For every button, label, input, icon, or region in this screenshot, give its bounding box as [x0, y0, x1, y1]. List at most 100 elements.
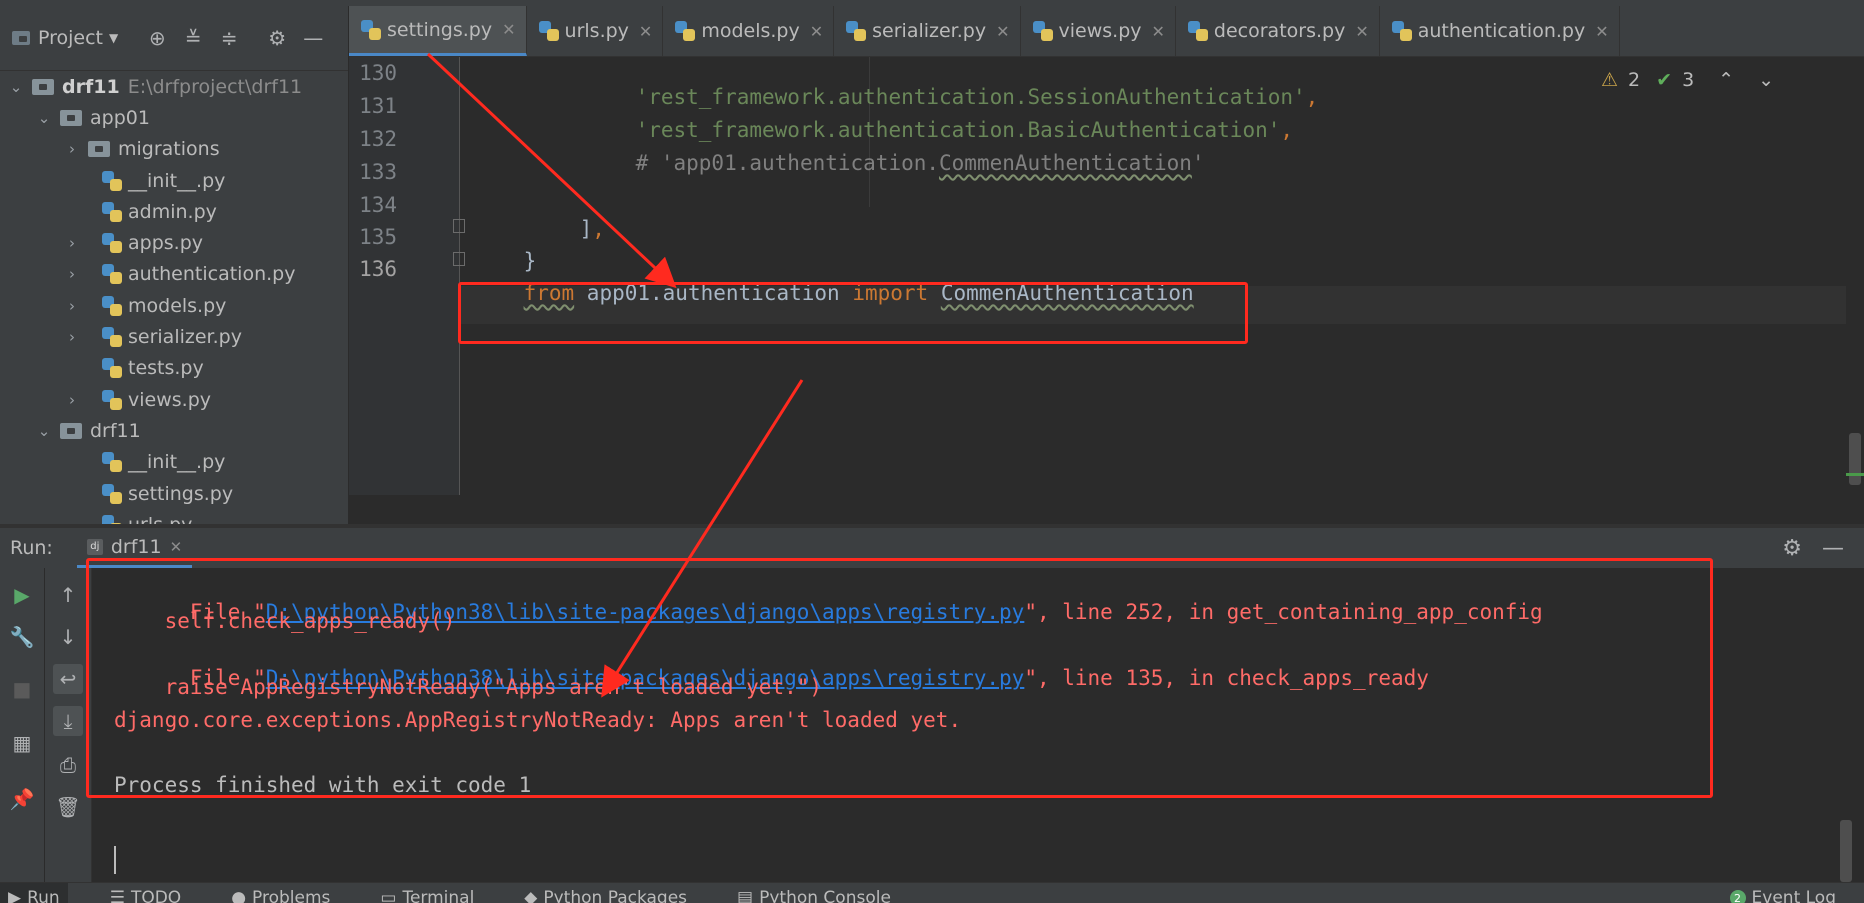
stop-icon[interactable]: ■ — [7, 674, 37, 704]
gear-icon[interactable]: ⚙ — [262, 23, 292, 53]
bottom-tab-todo[interactable]: ☰ TODO — [102, 883, 190, 903]
console-scrollbar-thumb[interactable] — [1840, 820, 1852, 882]
print-icon[interactable]: ⎙ — [53, 750, 83, 780]
tree-item-label: app01 — [90, 106, 150, 129]
rerun-icon[interactable]: ▶ — [7, 580, 37, 610]
pin-icon[interactable]: 📌 — [7, 784, 37, 814]
line-number: 130 — [359, 61, 397, 85]
info-icon: ● — [231, 888, 247, 903]
chevron-right-icon[interactable]: › — [62, 234, 82, 252]
close-icon[interactable]: ✕ — [810, 22, 823, 41]
expand-all-icon[interactable]: ≚ — [178, 23, 208, 53]
tree-item-init[interactable]: __init__.py — [0, 447, 348, 478]
package-icon: ◆ — [524, 888, 538, 903]
gear-icon[interactable]: ⚙ — [1782, 536, 1802, 561]
close-icon[interactable]: ✕ — [996, 22, 1009, 41]
fold-icon[interactable] — [453, 252, 465, 266]
tab-decorators[interactable]: decorators.py ✕ — [1176, 6, 1380, 56]
tab-settings[interactable]: settings.py ✕ — [349, 6, 527, 56]
highlight-import-line — [458, 282, 1248, 344]
line-number: 134 — [359, 193, 397, 217]
soft-wrap-icon[interactable]: ↩ — [53, 664, 83, 694]
python-file-icon — [102, 170, 122, 191]
chevron-down-icon[interactable]: ⌄ — [6, 78, 26, 96]
bottom-tab-python-console[interactable]: ▤ Python Console — [729, 883, 899, 903]
close-icon[interactable]: ✕ — [1152, 22, 1165, 41]
tree-item-init[interactable]: __init__.py — [0, 165, 348, 196]
tree-item-apps[interactable]: › apps.py — [0, 227, 348, 258]
chevron-down-icon[interactable]: ⌄ — [1758, 69, 1774, 91]
list-icon: ☰ — [109, 888, 125, 903]
chevron-right-icon[interactable]: › — [62, 297, 82, 315]
tree-item-label: drf11 — [90, 419, 141, 442]
python-file-icon — [102, 514, 122, 524]
code-editor[interactable]: 130 131 132 133 134 135 136 'rest_framew… — [349, 57, 1864, 495]
bottom-tab-terminal[interactable]: ▭ Terminal — [372, 883, 482, 903]
inspection-widget[interactable]: ⚠ 2 ✔ 3 ⌃ ⌄ — [1601, 69, 1774, 91]
tab-serializer[interactable]: serializer.py ✕ — [834, 6, 1021, 56]
tree-item-drf11[interactable]: ⌄ drf11 — [0, 415, 348, 446]
arrow-down-icon[interactable]: ↓ — [53, 622, 83, 652]
chevron-down-icon[interactable]: ⌄ — [34, 422, 54, 440]
package-icon — [60, 109, 82, 126]
chevron-right-icon[interactable]: › — [62, 265, 82, 283]
tab-label: models.py — [701, 20, 800, 42]
tree-item-app01[interactable]: ⌄ app01 — [0, 102, 348, 133]
package-icon — [60, 422, 82, 439]
tree-item-authentication[interactable]: › authentication.py — [0, 259, 348, 290]
tab-label: serializer.py — [872, 20, 987, 42]
change-marker — [1846, 473, 1864, 476]
chevron-up-icon[interactable]: ⌃ — [1718, 69, 1734, 91]
tree-root[interactable]: ⌄ drf11 E:\drfproject\drf11 — [0, 71, 348, 102]
scroll-to-end-icon[interactable]: ⤓ — [53, 706, 83, 736]
chevron-right-icon[interactable]: › — [62, 140, 82, 158]
bottom-tab-problems[interactable]: ● Problems — [223, 883, 338, 903]
tab-authentication[interactable]: authentication.py ✕ — [1380, 6, 1620, 56]
comment-typo: CommenAuthentication — [939, 151, 1192, 175]
tree-item-settings[interactable]: settings.py — [0, 478, 348, 509]
close-icon[interactable]: ✕ — [1355, 22, 1368, 41]
collapse-all-icon[interactable]: ≑ — [214, 23, 244, 53]
python-file-icon — [846, 21, 867, 41]
tree-item-label: views.py — [128, 388, 211, 411]
layout-icon[interactable]: ▦ — [7, 728, 37, 758]
tree-item-admin[interactable]: admin.py — [0, 196, 348, 227]
hide-icon[interactable]: — — [298, 23, 328, 53]
event-log[interactable]: 2 Event Log — [1722, 883, 1844, 903]
tree-item-models[interactable]: › models.py — [0, 290, 348, 321]
fold-icon[interactable] — [453, 219, 465, 233]
tree-item-migrations[interactable]: › migrations — [0, 134, 348, 165]
python-file-icon — [102, 483, 122, 504]
editor-tab-bar: settings.py ✕ urls.py ✕ models.py ✕ seri… — [349, 6, 1864, 57]
tab-models[interactable]: models.py ✕ — [663, 6, 835, 56]
chevron-down-icon[interactable]: ⌄ — [34, 109, 54, 127]
bottom-tab-run[interactable]: ▶ Run — [0, 883, 68, 903]
wrench-icon[interactable]: 🔧 — [7, 622, 37, 652]
tree-item-serializer[interactable]: › serializer.py — [0, 321, 348, 352]
locate-icon[interactable]: ⊕ — [142, 23, 172, 53]
hide-icon[interactable]: — — [1822, 536, 1844, 561]
chevron-right-icon[interactable]: › — [62, 328, 82, 346]
project-view-selector[interactable]: Project ▼ — [12, 27, 118, 49]
trash-icon[interactable]: 🗑 — [53, 792, 83, 822]
chevron-right-icon[interactable]: › — [62, 391, 82, 409]
tab-urls[interactable]: urls.py ✕ — [527, 6, 664, 56]
tree-item-urls[interactable]: urls.py — [0, 509, 348, 524]
terminal-icon: ▭ — [380, 888, 397, 903]
tab-views[interactable]: views.py ✕ — [1021, 6, 1176, 56]
python-file-icon — [538, 21, 559, 41]
console-icon: ▤ — [737, 888, 754, 903]
scrollbar-thumb[interactable] — [1849, 433, 1861, 485]
bottom-tab-python-packages[interactable]: ◆ Python Packages — [516, 883, 695, 903]
close-icon[interactable]: ✕ — [502, 20, 515, 39]
close-icon[interactable]: ✕ — [1595, 22, 1608, 41]
tree-item-tests[interactable]: tests.py — [0, 353, 348, 384]
tree-item-views[interactable]: › views.py — [0, 384, 348, 415]
close-icon[interactable]: ✕ — [639, 22, 652, 41]
tree-item-label: apps.py — [128, 232, 204, 255]
close-icon[interactable]: ✕ — [170, 538, 183, 556]
tree-item-label: models.py — [128, 294, 227, 317]
comment: # 'app01.authentication. — [635, 151, 940, 175]
editor-scrollbar[interactable] — [1846, 57, 1864, 495]
arrow-up-icon[interactable]: ↑ — [53, 580, 83, 610]
